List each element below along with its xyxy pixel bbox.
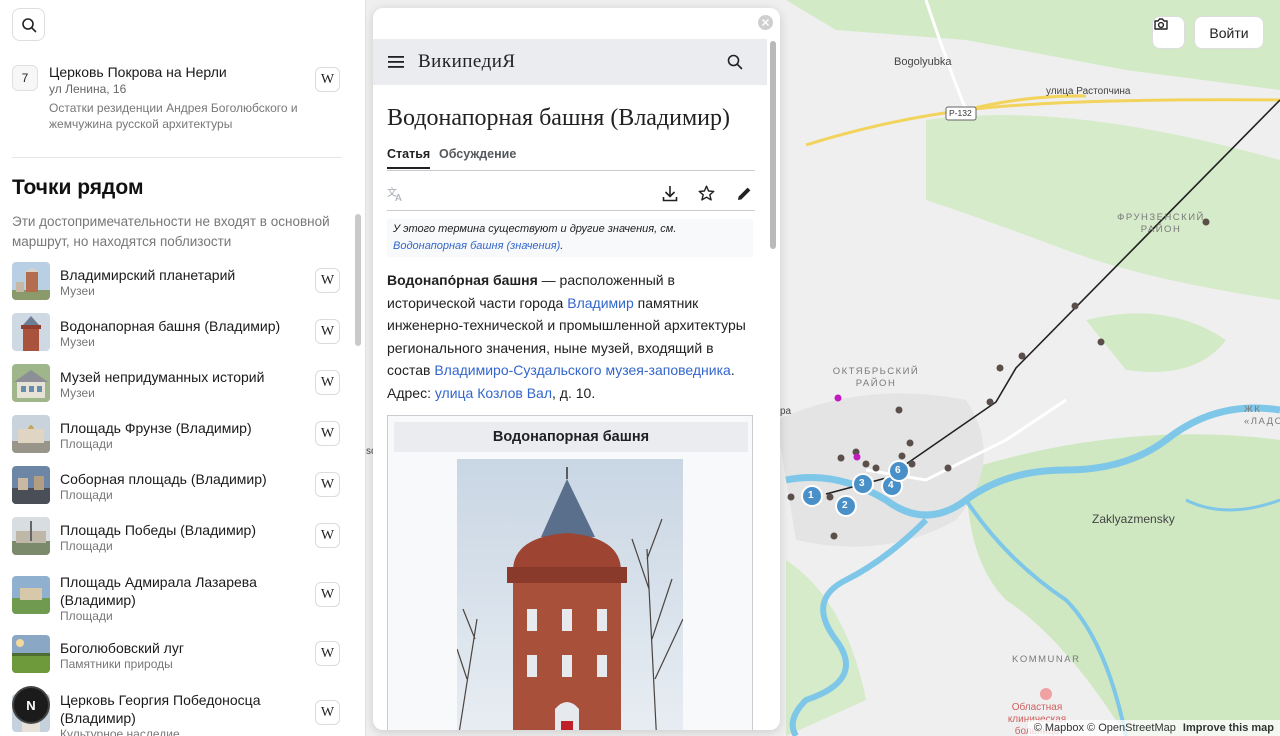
list-item-category: Площади bbox=[60, 609, 113, 623]
svg-text:A: A bbox=[395, 193, 402, 202]
wikipedia-button[interactable]: W bbox=[315, 582, 340, 607]
infobox-title: Водонапорная башня bbox=[394, 422, 748, 452]
left-panel: 7 Церковь Покрова на Нерли ул Ленина, 16… bbox=[0, 0, 366, 736]
link-vladimir[interactable]: Владимир bbox=[567, 295, 634, 311]
wikipedia-button[interactable]: W bbox=[315, 268, 340, 293]
wikipedia-button[interactable]: W bbox=[315, 472, 340, 497]
wikipedia-button[interactable]: W bbox=[315, 641, 340, 666]
close-icon bbox=[762, 19, 769, 26]
wikipedia-button[interactable]: W bbox=[315, 319, 340, 344]
cluster-marker[interactable]: 2 bbox=[842, 500, 848, 511]
map-label-street: улица Растопчина bbox=[1046, 86, 1131, 97]
thumbnail-image bbox=[12, 517, 50, 555]
list-item-name: Соборная площадь (Владимир) bbox=[60, 471, 267, 487]
close-button[interactable] bbox=[758, 15, 773, 30]
menu-icon[interactable] bbox=[388, 55, 404, 69]
route-number-badge: 7 bbox=[12, 65, 38, 91]
list-item-category: Площади bbox=[60, 539, 113, 553]
article-paragraph: Водонапо́рная башня — расположенный в ис… bbox=[387, 269, 753, 404]
camera-button[interactable] bbox=[1152, 16, 1185, 49]
list-item-name: Водонапорная башня (Владимир) bbox=[60, 318, 281, 334]
improve-map-link[interactable]: Improve this map bbox=[1183, 722, 1274, 734]
wiki-header: ВикипедиЯ bbox=[373, 39, 767, 85]
map-attribution[interactable]: © Mapbox © OpenStreetMap Improve this ma… bbox=[1027, 720, 1280, 736]
list-item-name: Владимирский планетарий bbox=[60, 267, 236, 283]
language-icon[interactable]: 文A bbox=[387, 186, 405, 202]
list-item-category: Музеи bbox=[60, 284, 95, 298]
cluster-marker[interactable]: 6 bbox=[895, 465, 901, 476]
map-label-road: Р-132 bbox=[949, 108, 972, 118]
list-item-category: Площади bbox=[60, 488, 113, 502]
list-item-name: Площадь Адмирала Лазарева (Владимир) bbox=[60, 574, 257, 608]
nearby-description: Эти достопримечательности не входят в ос… bbox=[12, 214, 330, 249]
wikipedia-logo[interactable]: ВикипедиЯ bbox=[418, 51, 516, 73]
list-item-name: Боголюбовский луг bbox=[60, 640, 184, 656]
list-item-category: Памятники природы bbox=[60, 657, 173, 671]
divider bbox=[12, 157, 342, 158]
popup-scrollbar[interactable] bbox=[770, 41, 776, 249]
wikipedia-popup: ВикипедиЯ Водонапорная башня (Владимир) … bbox=[373, 8, 780, 730]
camera-icon bbox=[1154, 18, 1168, 30]
thumbnail-image bbox=[12, 262, 50, 300]
cluster-marker[interactable]: 1 bbox=[808, 490, 814, 501]
thumbnail-image bbox=[12, 466, 50, 504]
list-item-name: Площадь Победы (Владимир) bbox=[60, 522, 256, 538]
login-button[interactable]: Войти bbox=[1194, 16, 1264, 49]
cluster-marker[interactable]: 4 bbox=[888, 480, 894, 491]
infobox-image[interactable] bbox=[457, 459, 683, 730]
list-item-category: Музеи bbox=[60, 335, 95, 349]
map-label-ladoga: ЖК «ЛАДОГА» bbox=[1244, 404, 1280, 427]
route-item-description: Остатки резиденции Андрея Боголюбского и… bbox=[49, 101, 298, 131]
list-item-category: Культурное наследие bbox=[60, 727, 180, 736]
tab-discussion[interactable]: Обсуждение bbox=[439, 147, 516, 161]
list-item-name: Музей непридуманных историй bbox=[60, 369, 265, 385]
wikipedia-button[interactable]: W bbox=[315, 523, 340, 548]
attribution-text[interactable]: © Mapbox © OpenStreetMap bbox=[1034, 722, 1176, 734]
hatnote: У этого термина существуют и другие знач… bbox=[387, 219, 753, 257]
list-item-category: Музеи bbox=[60, 386, 95, 400]
article-tabs: Статья Обсуждение bbox=[387, 147, 755, 171]
wikipedia-button[interactable]: W bbox=[315, 700, 340, 725]
article-term: Водонапо́рная башня bbox=[387, 272, 538, 288]
thumbnail-image bbox=[12, 415, 50, 453]
list-item-name: Площадь Фрунзе (Владимир) bbox=[60, 420, 252, 436]
map-label-district: ФРУНЗЕНСКИЙ РАЙОН bbox=[1117, 212, 1205, 235]
infobox: Водонапорная башня bbox=[387, 415, 753, 730]
list-item-category: Площади bbox=[60, 437, 113, 451]
search-icon bbox=[21, 17, 36, 32]
wiki-search-icon[interactable] bbox=[727, 54, 743, 70]
wikipedia-button[interactable]: W bbox=[315, 421, 340, 446]
wikipedia-button[interactable]: W bbox=[315, 67, 340, 92]
link-museum-reserve[interactable]: Владимиро-Суздальского музея-заповедника bbox=[434, 362, 731, 378]
nearby-title: Точки рядом bbox=[12, 176, 144, 199]
map-label-zaklyazmensky: Zaklyazmensky bbox=[1092, 512, 1175, 526]
download-icon[interactable] bbox=[662, 185, 678, 202]
map-label-kommunar: KOMMUNAR bbox=[1012, 654, 1081, 665]
star-icon[interactable] bbox=[698, 185, 715, 202]
article-text: , д. 10. bbox=[552, 384, 596, 401]
thumbnail-image bbox=[12, 576, 50, 614]
map-label-district: ОКТЯБРЬСКИЙ РАЙОН bbox=[832, 366, 920, 389]
scrollbar[interactable] bbox=[355, 214, 361, 346]
route-item-title: Церковь Покрова на Нерли bbox=[49, 64, 227, 80]
avatar[interactable]: N bbox=[14, 688, 48, 722]
map-label-bogolyubka: Bogolyubka bbox=[894, 56, 952, 68]
edit-icon[interactable] bbox=[736, 185, 753, 202]
article-toolbar: 文A bbox=[387, 177, 755, 211]
hatnote-end: . bbox=[560, 240, 564, 252]
link-street[interactable]: улица Козлов Вал bbox=[435, 385, 552, 401]
hatnote-link[interactable]: Водонапорная башня (значения) bbox=[393, 240, 560, 252]
thumbnail-image bbox=[12, 313, 50, 351]
hatnote-text: У этого термина существуют и другие знач… bbox=[393, 223, 677, 235]
thumbnail-image bbox=[12, 364, 50, 402]
route-item-address: ул Ленина, 16 bbox=[49, 82, 127, 96]
wikipedia-button[interactable]: W bbox=[315, 370, 340, 395]
list-item-name: Церковь Георгия Победоносца (Владимир) bbox=[60, 692, 261, 726]
tab-article[interactable]: Статья bbox=[387, 147, 431, 169]
search-button[interactable] bbox=[12, 8, 45, 41]
map-label-fragment: ра bbox=[780, 406, 792, 417]
article-title: Водонапорная башня (Владимир) bbox=[387, 105, 731, 131]
thumbnail-image bbox=[12, 635, 50, 673]
cluster-marker[interactable]: 3 bbox=[859, 478, 865, 489]
